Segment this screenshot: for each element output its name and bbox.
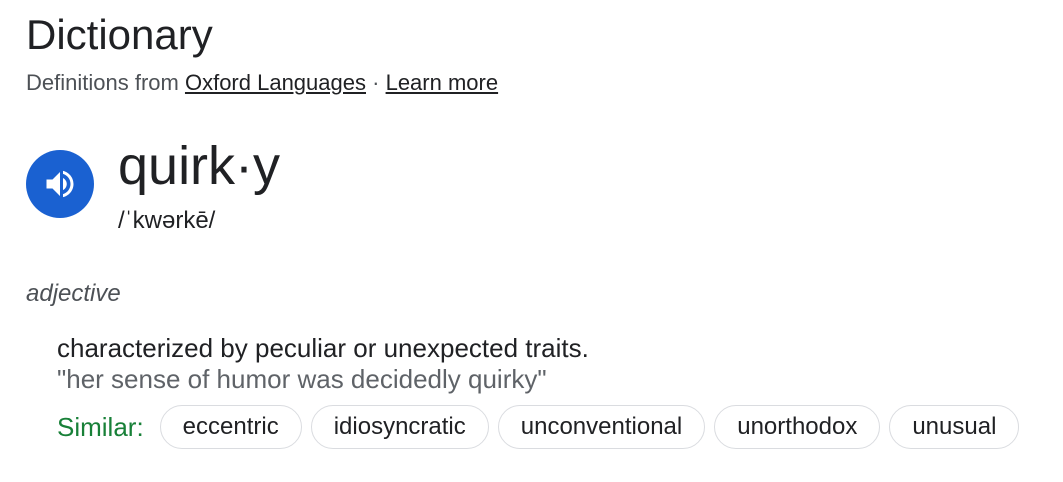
similar-chip-unconventional[interactable]: unconventional (497, 405, 706, 449)
source-line: Definitions from Oxford Languages · Lear… (26, 69, 498, 97)
volume-icon (46, 170, 74, 198)
similar-chip-idiosyncratic[interactable]: idiosyncratic (310, 405, 489, 449)
similar-label: Similar: (57, 411, 144, 442)
phonetic-spelling: /ˈkwərkē/ (118, 207, 216, 234)
definition-text: characterized by peculiar or unexpected … (57, 333, 589, 363)
learn-more-link[interactable]: Learn more (386, 70, 499, 95)
headword: quirk·y (118, 136, 281, 196)
similar-words-row: Similar: eccentric idiosyncratic unconve… (57, 404, 1028, 450)
similar-chip-unusual[interactable]: unusual (889, 405, 1020, 449)
separator: · (372, 70, 380, 95)
example-sentence: "her sense of humor was decidedly quirky… (57, 364, 547, 394)
definitions-from-text: Definitions from (26, 70, 179, 95)
part-of-speech: adjective (26, 280, 121, 307)
oxford-languages-link[interactable]: Oxford Languages (185, 70, 366, 95)
similar-chip-unorthodox[interactable]: unorthodox (714, 405, 881, 449)
similar-chip-eccentric[interactable]: eccentric (159, 405, 302, 449)
pronunciation-button[interactable] (26, 150, 94, 218)
page-title: Dictionary (26, 11, 213, 58)
